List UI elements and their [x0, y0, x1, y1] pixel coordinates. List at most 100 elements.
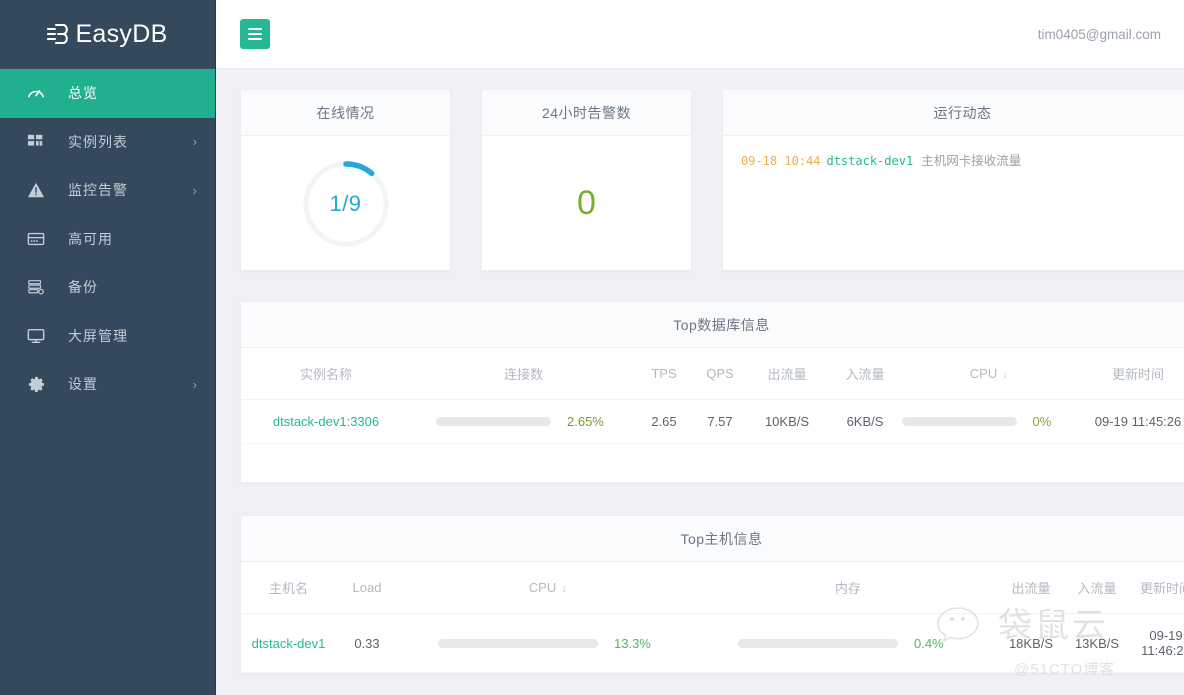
- column-updated-at[interactable]: 更新时间: [1130, 562, 1184, 614]
- sidebar-item-screen-management[interactable]: 大屏管理: [0, 312, 215, 361]
- sidebar-item-label: 大屏管理: [68, 327, 128, 344]
- column-qps[interactable]: QPS: [692, 348, 748, 400]
- column-updated-at[interactable]: 更新时间: [1074, 348, 1184, 400]
- activity-card: 运行动态 09-18 10:44 dtstack-dev1 主机网卡接收流量: [722, 89, 1184, 271]
- hamburger-bar: [248, 38, 262, 40]
- top-host-card: Top主机信息 主机名 Load CPU ↓ 内存 出流量 入流量 更新时 dt…: [240, 515, 1184, 674]
- column-memory[interactable]: 内存: [698, 562, 998, 614]
- column-connections[interactable]: 连接数: [411, 348, 636, 400]
- cell-updated-at: 09-19 11:46:21: [1130, 613, 1184, 673]
- host-link[interactable]: dtstack-dev1: [252, 636, 326, 651]
- sidebar-item-label: 监控告警: [68, 182, 128, 199]
- sidebar-item-backup[interactable]: 备份: [0, 263, 215, 312]
- warning-icon: [26, 180, 46, 200]
- column-host-name[interactable]: 主机名: [241, 562, 336, 614]
- brand-logo[interactable]: EasyDB: [0, 0, 215, 69]
- column-cpu-label: CPU: [528, 580, 557, 595]
- card-title: Top主机信息: [241, 516, 1184, 562]
- cell-load: 0.33: [336, 613, 398, 673]
- log-timestamp: 09-18 10:44: [741, 154, 821, 168]
- progress-track: [438, 638, 598, 648]
- topbar: tim0405@gmail.com: [216, 0, 1184, 69]
- progress-track: [738, 638, 898, 648]
- memory-percent: 0.4%: [914, 635, 944, 651]
- table-body: dtstack-dev1:3306 2.65% 2.65 7.57 10KB/S…: [241, 399, 1184, 444]
- sidebar-item-overview[interactable]: 总览: [0, 69, 215, 118]
- monitor-icon: [26, 326, 46, 346]
- cell-out-traffic: 18KB/S: [998, 613, 1064, 673]
- sidebar-item-label: 高可用: [68, 230, 113, 247]
- brand-name: EasyDB: [75, 19, 168, 48]
- connections-percent: 2.65%: [567, 414, 604, 429]
- chevron-right-icon: ›: [192, 182, 197, 198]
- column-in-traffic[interactable]: 入流量: [826, 348, 904, 400]
- page-content: 在线情况 1/9 24小时告警数 0 运行动态 09-18 10:44 dtst…: [216, 69, 1184, 695]
- sidebar: EasyDB 总览 实例列表 › 监控告警 › 高可用 备份 大屏管理 设置 ›: [0, 0, 216, 695]
- column-instance-name[interactable]: 实例名称: [241, 348, 411, 400]
- log-host: dtstack-dev1: [826, 154, 914, 168]
- sidebar-item-high-availability[interactable]: 高可用: [0, 215, 215, 264]
- sidebar-item-label: 备份: [68, 279, 98, 296]
- hamburger-bar: [248, 28, 262, 30]
- sidebar-item-settings[interactable]: 设置 ›: [0, 360, 215, 409]
- cell-connections: 2.65%: [411, 399, 636, 444]
- alarm-card-body: 0: [482, 136, 691, 271]
- column-out-traffic[interactable]: 出流量: [998, 562, 1064, 614]
- user-email[interactable]: tim0405@gmail.com: [1038, 27, 1161, 42]
- alarm-count-card: 24小时告警数 0: [481, 89, 692, 271]
- sidebar-item-label: 设置: [68, 376, 98, 393]
- instance-link[interactable]: dtstack-dev1:3306: [273, 414, 379, 429]
- log-message: 主机网卡接收流量: [921, 154, 1022, 168]
- sort-desc-icon[interactable]: ↓: [1002, 367, 1008, 381]
- column-cpu[interactable]: CPU ↓: [904, 348, 1074, 400]
- table-footer-space: [241, 444, 1184, 482]
- database-icon: [26, 277, 46, 297]
- progress-track: [901, 417, 1017, 426]
- column-in-traffic[interactable]: 入流量: [1064, 562, 1130, 614]
- sidebar-item-instance-list[interactable]: 实例列表 ›: [0, 118, 215, 167]
- chevron-right-icon: ›: [192, 134, 197, 150]
- table-row[interactable]: dtstack-dev1 0.33 13.3% 0.4% 18KB/S 13KB…: [241, 613, 1184, 673]
- list-item[interactable]: 09-18 10:44 dtstack-dev1 主机网卡接收流量: [741, 152, 1184, 170]
- donut-gauge: 1/9: [302, 160, 390, 248]
- top-host-table: 主机名 Load CPU ↓ 内存 出流量 入流量 更新时间 dtstack-de…: [241, 562, 1184, 673]
- connections-bar: 2.65%: [417, 414, 630, 429]
- online-gauge-value: 1/9: [329, 190, 362, 216]
- sort-desc-icon[interactable]: ↓: [561, 581, 567, 595]
- card-icon: [26, 229, 46, 249]
- online-status-card: 在线情况 1/9: [240, 89, 451, 271]
- app-root: EasyDB 总览 实例列表 › 监控告警 › 高可用 备份 大屏管理 设置 ›…: [0, 0, 1184, 695]
- activity-log-list: 09-18 10:44 dtstack-dev1 主机网卡接收流量: [723, 136, 1184, 170]
- cpu-bar: 0%: [901, 414, 1068, 429]
- cell-out-traffic: 10KB/S: [748, 399, 826, 444]
- gear-icon: [26, 374, 46, 394]
- column-tps[interactable]: TPS: [636, 348, 692, 400]
- card-title: 24小时告警数: [482, 90, 691, 136]
- hamburger-bar: [248, 33, 262, 35]
- main-area: tim0405@gmail.com 在线情况 1/9 24小时告警数 0 运行动…: [216, 0, 1184, 695]
- table-body: dtstack-dev1 0.33 13.3% 0.4% 18KB/S 13KB…: [241, 613, 1184, 673]
- column-load[interactable]: Load: [336, 562, 398, 614]
- alarm-count-value: 0: [577, 184, 596, 222]
- card-title: 运行动态: [723, 90, 1184, 136]
- cell-host-name: dtstack-dev1: [241, 613, 336, 673]
- column-cpu[interactable]: CPU ↓: [398, 562, 698, 614]
- cpu-percent: 13.3%: [614, 635, 651, 651]
- table-header: 主机名 Load CPU ↓ 内存 出流量 入流量 更新时间: [241, 562, 1184, 614]
- cell-qps: 7.57: [692, 399, 748, 444]
- hamburger-icon[interactable]: [240, 19, 270, 49]
- dashboard-icon: [26, 83, 46, 103]
- online-gauge: 1/9: [241, 136, 450, 271]
- column-out-traffic[interactable]: 出流量: [748, 348, 826, 400]
- sidebar-item-label: 实例列表: [68, 133, 128, 150]
- memory-bar: 0.4%: [704, 636, 992, 651]
- sidebar-item-monitor-alarm[interactable]: 监控告警 ›: [0, 166, 215, 215]
- table-header: 实例名称 连接数 TPS QPS 出流量 入流量 CPU ↓ 更新时间: [241, 348, 1184, 400]
- cell-tps: 2.65: [636, 399, 692, 444]
- table-header-row: 主机名 Load CPU ↓ 内存 出流量 入流量 更新时间: [241, 562, 1184, 614]
- table-row[interactable]: dtstack-dev1:3306 2.65% 2.65 7.57 10KB/S…: [241, 399, 1184, 444]
- summary-cards-row: 在线情况 1/9 24小时告警数 0 运行动态 09-18 10:44 dtst…: [240, 89, 1184, 271]
- cell-memory: 0.4%: [698, 613, 998, 673]
- card-title: Top数据库信息: [241, 302, 1184, 348]
- cpu-bar: 13.3%: [404, 636, 692, 651]
